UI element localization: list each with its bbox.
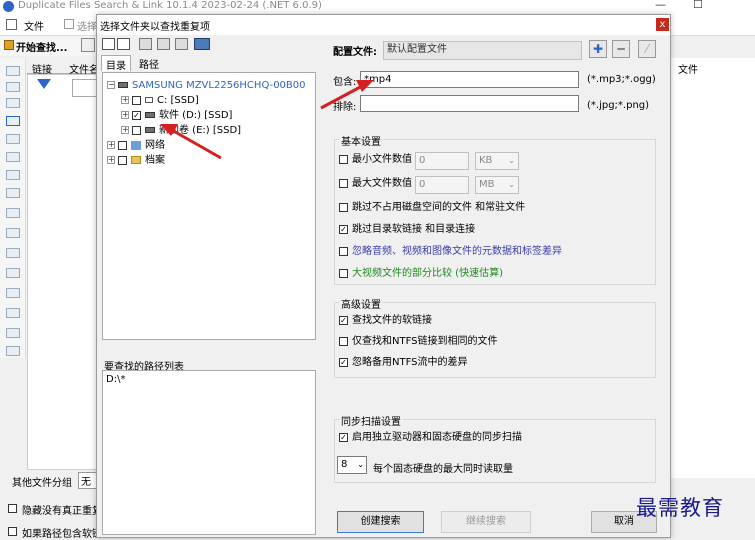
annotation-arrows: [160, 80, 374, 160]
watermark: 最需教育: [636, 496, 724, 520]
annotation-arrow-drive: [160, 124, 222, 160]
annotation-arrow-include: [320, 80, 374, 110]
